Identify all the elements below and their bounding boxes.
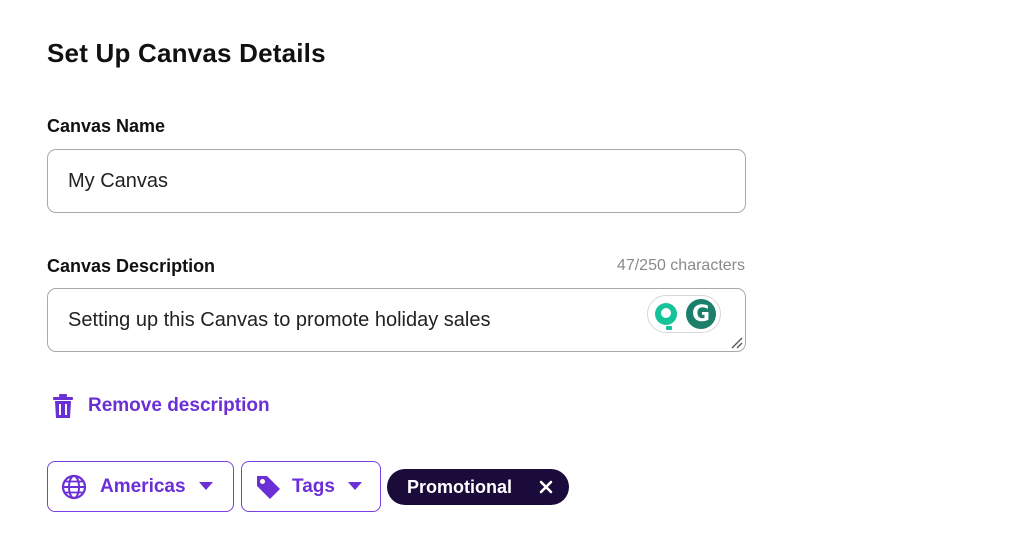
- canvas-description-label: Canvas Description: [47, 256, 216, 276]
- grammarly-widget[interactable]: G: [647, 295, 721, 333]
- remove-description-button[interactable]: Remove description: [52, 393, 270, 419]
- selected-tag-pill: Promotional: [387, 469, 569, 505]
- character-counter: 47/250 characters: [616, 257, 745, 274]
- grammarly-icon[interactable]: G: [686, 299, 716, 329]
- canvas-description-value: Setting up this Canvas to promote holida…: [68, 308, 491, 331]
- trash-icon: [53, 394, 73, 418]
- canvas-name-input[interactable]: My Canvas: [47, 149, 746, 213]
- page-title: Set Up Canvas Details: [47, 38, 326, 68]
- region-dropdown[interactable]: Americas: [47, 461, 234, 512]
- tag-icon: [257, 475, 280, 499]
- canvas-name-value: My Canvas: [68, 169, 169, 192]
- region-label: Americas: [100, 475, 186, 497]
- canvas-name-label: Canvas Name: [47, 116, 166, 136]
- chevron-down-icon: [198, 482, 213, 490]
- resize-handle-icon[interactable]: [729, 335, 743, 349]
- remove-description-label: Remove description: [88, 395, 270, 416]
- canvas-details-page: Set Up Canvas Details Canvas Name My Can…: [0, 0, 1036, 548]
- globe-icon: [61, 474, 87, 499]
- canvas-description-textarea[interactable]: Setting up this Canvas to promote holida…: [47, 288, 746, 352]
- lightbulb-stem: [666, 326, 672, 330]
- tags-dropdown[interactable]: Tags: [241, 461, 381, 512]
- lightbulb-icon[interactable]: [655, 303, 677, 325]
- selected-tag-label: Promotional: [407, 476, 513, 497]
- close-icon[interactable]: [537, 478, 555, 496]
- chevron-down-icon: [347, 482, 362, 490]
- tags-label: Tags: [292, 475, 335, 497]
